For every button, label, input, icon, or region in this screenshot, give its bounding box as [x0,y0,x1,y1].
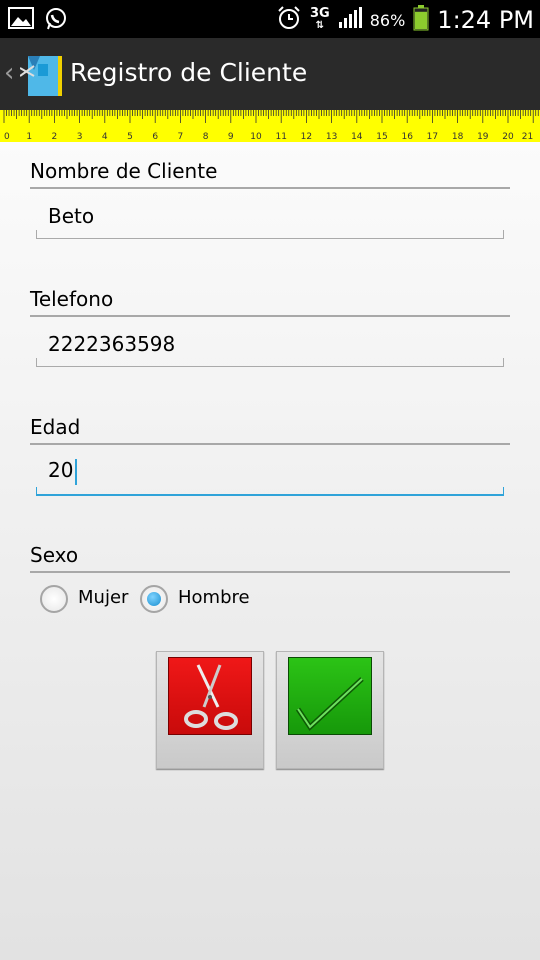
battery-icon [413,5,429,35]
ruler-label: 6 [152,132,158,142]
clock-time: 1:24 PM [437,6,534,34]
whatsapp-icon [44,7,68,35]
edad-label: Edad [30,415,81,439]
alarm-icon [276,5,302,35]
ruler-label: 4 [102,132,108,142]
back-chevron-icon[interactable]: ‹ [4,58,14,88]
telefono-input-underline [36,358,504,367]
ruler-label: 14 [351,132,363,142]
ruler-label: 12 [301,132,312,142]
ruler-label: 8 [203,132,209,142]
sexo-divider [30,571,510,573]
gallery-icon [8,7,34,35]
telefono-label: Telefono [30,287,114,311]
ruler-label: 13 [326,132,337,142]
ruler-label: 15 [376,132,387,142]
telefono-divider [30,315,510,317]
ruler-label: 18 [452,132,464,142]
edad-input-underline [36,487,504,496]
confirm-button[interactable] [276,651,384,769]
cancel-button[interactable] [156,651,264,769]
nombre-divider [30,187,510,189]
ruler-label: 1 [26,132,32,142]
scissors-icon [167,656,253,736]
edad-divider [30,443,510,445]
checkmark-icon [287,656,373,736]
ruler-label: 17 [427,132,438,142]
text-cursor [75,458,78,485]
nombre-input[interactable]: Beto [48,204,94,228]
radio-hombre[interactable] [140,585,168,613]
ruler-graphic: 0 1 2 3 4 5 6 7 8 9 10 11 12 13 14 15 16 17 18 19 20 21 [3,110,539,142]
edad-input[interactable]: 20 [48,458,73,482]
nombre-label: Nombre de Cliente [30,159,218,183]
ruler-label: 19 [477,132,489,142]
radio-mujer-label[interactable]: Mujer [78,587,128,608]
ruler-label: 9 [228,132,234,142]
page-title: Registro de Cliente [70,58,308,87]
edad-input-wrapper[interactable]: 20 [48,458,78,485]
app-logo-icon[interactable] [19,50,64,98]
ruler-label: 5 [127,132,133,142]
signal-icon [338,7,362,33]
ruler-label: 21 [522,132,533,142]
ruler-label: 2 [52,132,58,142]
status-bar: 3G ⇅ 86% 1:24 PM [0,0,540,38]
ruler-label: 3 [77,132,83,142]
ruler-label: 7 [178,132,184,142]
radio-mujer[interactable] [40,585,68,613]
network-3g-icon: 3G ⇅ [310,6,330,31]
battery-percent: 86% [369,10,406,30]
ruler-label: 0 [4,132,10,142]
ruler-banner: 0 1 2 3 4 5 6 7 8 9 10 11 12 13 14 15 16 17 18 19 20 21 [0,110,540,142]
ruler-label: 20 [502,132,514,142]
radio-hombre-label[interactable]: Hombre [178,587,250,608]
ruler-label: 11 [275,132,286,142]
telefono-input[interactable]: 2222363598 [48,332,175,356]
action-bar: ‹ Registro de Cliente [0,38,540,110]
network-label: 3G [310,6,330,21]
nombre-input-underline [36,230,504,239]
sexo-label: Sexo [30,543,79,567]
ruler-label: 10 [250,132,262,142]
ruler-label: 16 [401,132,413,142]
